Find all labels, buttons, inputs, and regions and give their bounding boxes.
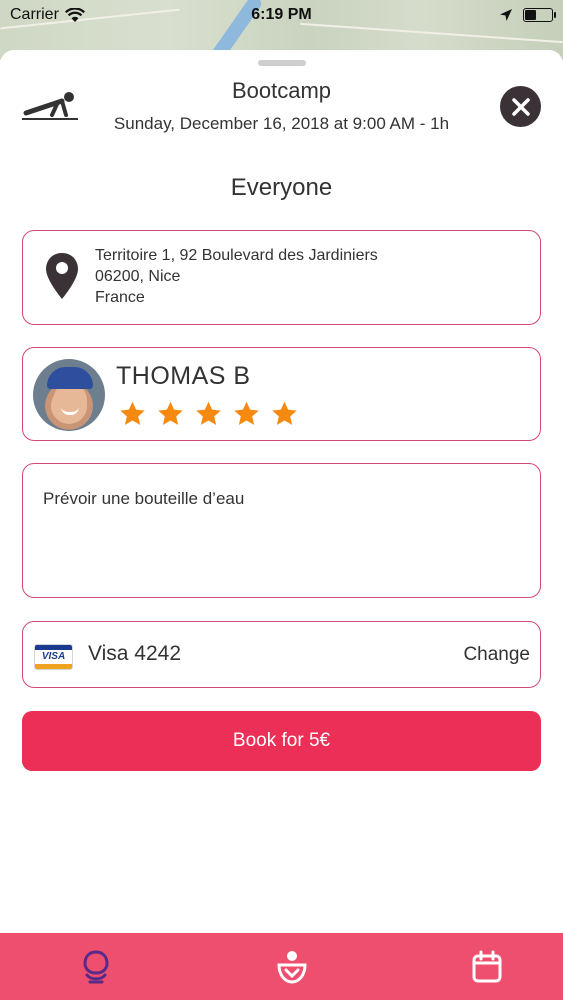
coach-name: THOMAS B <box>116 362 251 390</box>
rating-stars <box>118 400 299 428</box>
book-button[interactable]: Book for 5€ <box>22 711 541 771</box>
address-text: Territoire 1, 92 Boulevard des Jardinier… <box>95 245 378 308</box>
star-icon <box>196 401 221 425</box>
star-icon <box>234 401 259 425</box>
status-right <box>499 8 556 22</box>
address-line2: 06200, Nice <box>95 268 181 285</box>
close-button[interactable] <box>500 86 541 127</box>
tab-profile[interactable] <box>78 947 114 987</box>
address-line1: Territoire 1, 92 Boulevard des Jardinier… <box>95 247 378 264</box>
tab-bar <box>0 933 563 1000</box>
coach-icon <box>276 950 307 984</box>
address-card[interactable]: Territoire 1, 92 Boulevard des Jardinier… <box>22 230 541 325</box>
tab-coach[interactable] <box>274 947 310 987</box>
status-left: Carrier <box>10 6 85 24</box>
calendar-icon <box>472 950 502 982</box>
status-bar: Carrier 6:19 PM <box>0 0 563 30</box>
star-icon <box>120 401 145 425</box>
note-card: Prévoir une bouteille d’eau <box>22 463 541 598</box>
star-icon <box>272 401 297 425</box>
location-pin-icon <box>46 253 78 299</box>
close-icon <box>511 97 530 116</box>
address-line3: France <box>95 289 145 306</box>
star-icon <box>158 401 183 425</box>
coach-card[interactable]: THOMAS B <box>22 347 541 441</box>
note-text: Prévoir une bouteille d’eau <box>43 489 245 508</box>
event-title: Bootcamp <box>231 78 332 103</box>
event-sheet: Bootcamp Sunday, December 16, 2018 at 9:… <box>0 50 563 934</box>
avatar <box>33 359 105 431</box>
location-arrow-icon <box>500 9 512 21</box>
tab-calendar[interactable] <box>469 947 505 987</box>
profile-icon <box>83 949 109 983</box>
battery-icon <box>523 8 556 22</box>
payment-card-label: Visa 4242 <box>88 642 182 665</box>
payment-card[interactable]: VISA Visa 4242 Change <box>22 621 541 688</box>
change-payment-button[interactable]: Change <box>463 644 530 666</box>
event-datetime: Sunday, December 16, 2018 at 9:00 AM - 1… <box>113 114 450 133</box>
visa-card-icon: VISA <box>34 644 73 670</box>
carrier-label: Carrier <box>10 6 59 23</box>
audience-label: Everyone <box>230 174 333 201</box>
sheet-grabber[interactable] <box>258 60 306 66</box>
wifi-icon <box>64 7 85 22</box>
